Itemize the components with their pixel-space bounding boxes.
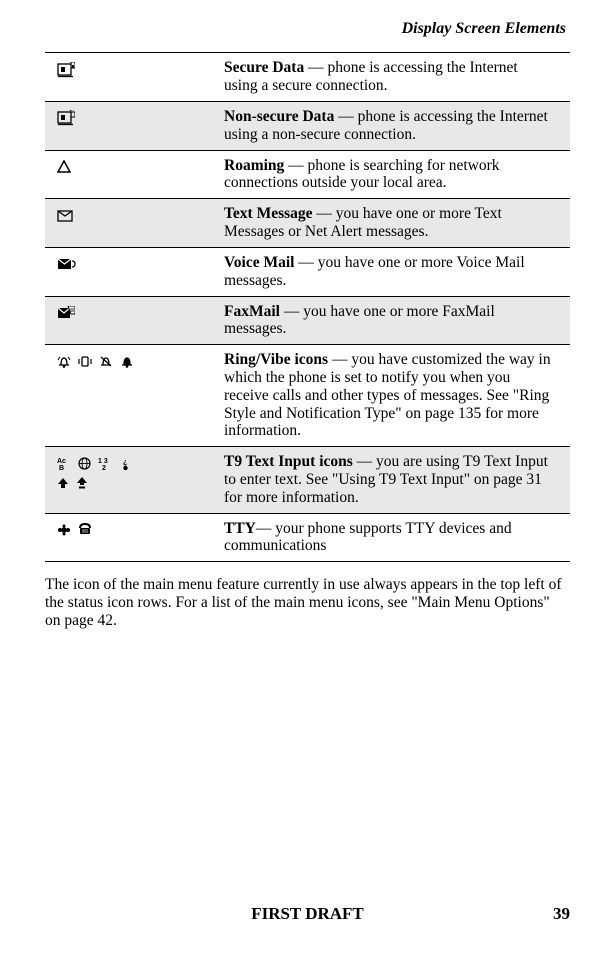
table-row: TTY— your phone supports TTY devices and… <box>45 513 570 562</box>
t9-shift-icon <box>57 477 69 489</box>
table-row: Ring/Vibe icons — you have customized th… <box>45 345 570 447</box>
t9-caps-icon <box>76 477 88 489</box>
t9-symbol-icon: ¿ <box>119 457 132 471</box>
voice-mail-icon <box>57 258 77 270</box>
row-sep: — <box>284 157 307 174</box>
footer-draft: FIRST DRAFT <box>0 904 615 924</box>
svg-text:1 3: 1 3 <box>98 458 108 465</box>
icon-descriptions-table: Secure Data — phone is accessing the Int… <box>45 52 570 562</box>
row-title: T9 Text Input icons <box>224 453 353 470</box>
row-title: Secure Data <box>224 59 304 76</box>
svg-text:¿: ¿ <box>123 459 127 466</box>
row-title: Roaming <box>224 157 284 174</box>
row-title: Non-secure Data <box>224 108 334 125</box>
ring-plus-vibe-icon <box>120 355 134 368</box>
table-row: Roaming — phone is searching for network… <box>45 150 570 199</box>
row-title: TTY <box>224 520 256 537</box>
nonsecure-data-icon <box>57 110 75 126</box>
page-number: 39 <box>553 904 570 924</box>
table-row: FaxMail — you have one or more FaxMail m… <box>45 296 570 345</box>
table-row: AcB 1 32 ¿ <box>45 447 570 513</box>
svg-text:2: 2 <box>102 465 106 471</box>
faxmail-icon <box>57 306 75 320</box>
tty-icon-2 <box>78 523 92 536</box>
t9-123-icon: 1 32 <box>98 457 112 471</box>
row-title: Ring/Vibe icons <box>224 351 328 368</box>
running-header: Display Screen Elements <box>45 20 570 38</box>
roaming-icon <box>57 160 71 174</box>
row-sep: — <box>334 108 357 125</box>
ring-icon <box>57 355 71 368</box>
row-sep: — <box>313 205 336 222</box>
table-row: Non-secure Data — phone is accessing the… <box>45 102 570 151</box>
row-title: FaxMail <box>224 303 280 320</box>
vibrate-icon <box>78 355 92 368</box>
secure-data-icon <box>57 62 75 78</box>
row-sep: — <box>280 303 303 320</box>
row-sep: — <box>304 59 327 76</box>
body-paragraph: The icon of the main menu feature curren… <box>45 576 570 629</box>
t9-abc-icon: AcB <box>57 457 71 471</box>
row-sep: — <box>294 254 317 271</box>
table-row: Voice Mail — you have one or more Voice … <box>45 247 570 296</box>
row-title: Voice Mail <box>224 254 294 271</box>
svg-text:B: B <box>59 465 64 471</box>
silent-icon <box>99 355 113 368</box>
row-sep: — <box>256 520 275 537</box>
table-row: Secure Data — phone is accessing the Int… <box>45 53 570 102</box>
t9-globe-icon <box>78 457 91 470</box>
table-row: Text Message — you have one or more Text… <box>45 199 570 248</box>
svg-text:Ac: Ac <box>57 458 66 465</box>
row-sep: — <box>353 453 376 470</box>
text-message-icon <box>57 210 73 222</box>
tty-icon-1 <box>57 524 71 536</box>
row-title: Text Message <box>224 205 313 222</box>
row-sep: — <box>328 351 351 368</box>
